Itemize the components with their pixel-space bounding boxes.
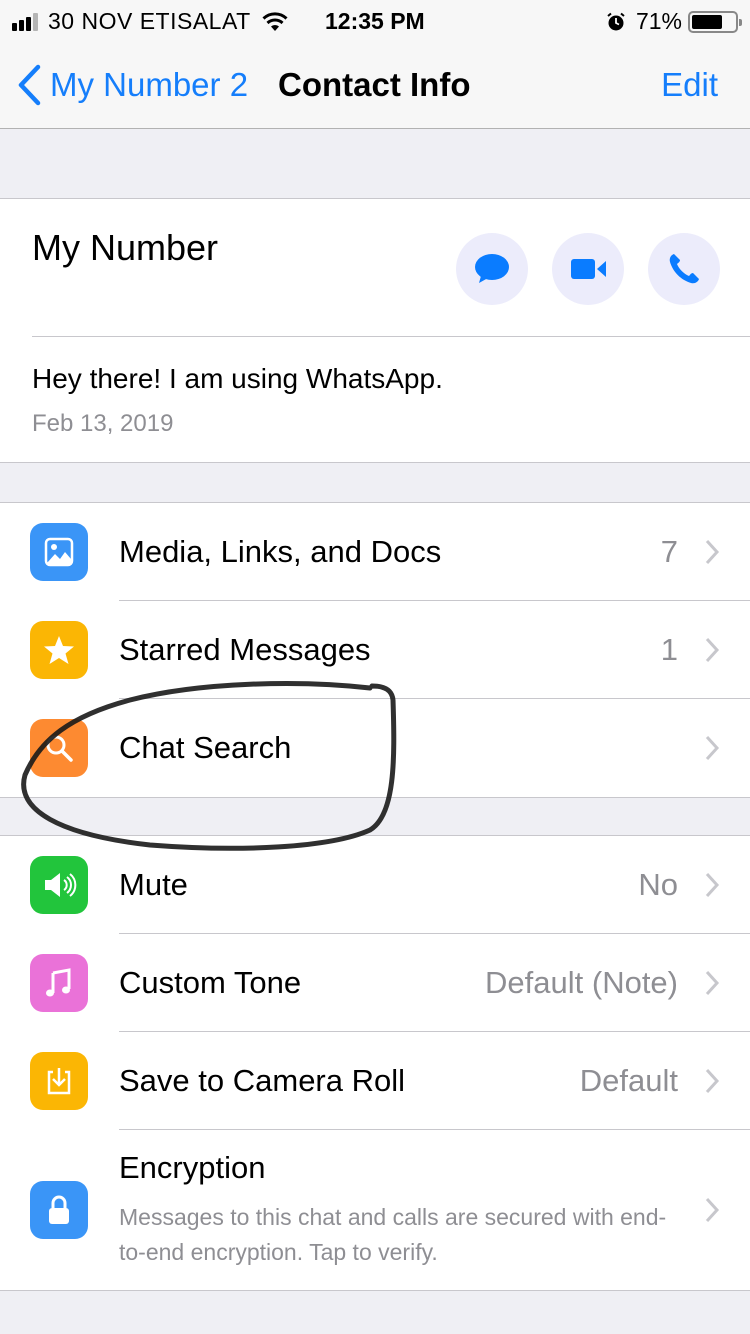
chevron-right-icon <box>705 1068 720 1094</box>
about-text: Hey there! I am using WhatsApp. <box>32 363 443 394</box>
contact-name: My Number <box>32 227 219 268</box>
row-value: Default <box>579 1063 678 1098</box>
row-label: Save to Camera Roll <box>119 1063 406 1098</box>
row-media-links-docs[interactable]: Media, Links, and Docs 7 <box>0 503 750 601</box>
alarm-icon <box>607 12 625 30</box>
lock-icon <box>49 1195 69 1224</box>
chevron-right-icon <box>705 539 720 565</box>
row-value: Default (Note) <box>485 965 678 1000</box>
row-label: Chat Search <box>119 730 292 765</box>
encryption-description: Messages to this chat and calls are secu… <box>119 1204 667 1265</box>
back-label: My Number 2 <box>50 66 249 103</box>
chevron-right-icon <box>705 1197 720 1223</box>
row-value: No <box>638 867 678 902</box>
search-icon <box>46 735 73 762</box>
contact-actions <box>432 233 720 305</box>
navigation-bar: My Number 2 Contact Info Edit <box>0 40 750 129</box>
download-icon <box>47 1068 71 1095</box>
row-custom-tone[interactable]: Custom Tone Default (Note) <box>0 934 750 1032</box>
video-call-button[interactable] <box>552 233 624 305</box>
signal-strength-icon <box>12 12 40 31</box>
media-section: Media, Links, and Docs 7 Starred Message… <box>0 502 750 798</box>
row-chat-search[interactable]: Chat Search <box>0 699 750 797</box>
encryption-icon-tile <box>30 1181 88 1239</box>
row-label: Custom Tone <box>119 965 302 1000</box>
about-date: Feb 13, 2019 <box>32 410 174 437</box>
save-icon-tile <box>30 1052 88 1110</box>
star-icon <box>44 636 74 664</box>
row-label: Encryption <box>119 1150 266 1185</box>
chevron-right-icon <box>705 970 720 996</box>
settings-section: Mute No Custom Tone Default (Note) Save … <box>0 835 750 1291</box>
row-label: Mute <box>119 867 188 902</box>
status-bar: 30 NOV ETISALAT 12:35 PM 71% <box>0 0 750 40</box>
row-encryption[interactable]: Encryption Messages to this chat and cal… <box>0 1130 750 1290</box>
media-icon-tile <box>30 523 88 581</box>
edit-button[interactable]: Edit <box>661 66 718 104</box>
photo-icon <box>44 537 74 567</box>
row-starred-messages[interactable]: Starred Messages 1 <box>0 601 750 699</box>
wifi-icon <box>262 11 288 31</box>
chevron-right-icon <box>705 637 720 663</box>
music-note-icon <box>46 968 71 997</box>
mute-icon-tile <box>30 856 88 914</box>
battery-icon <box>688 10 742 33</box>
chevron-left-icon <box>18 64 41 106</box>
row-label: Starred Messages <box>119 632 371 667</box>
chevron-right-icon <box>705 872 720 898</box>
speaker-icon <box>45 873 77 897</box>
row-label: Media, Links, and Docs <box>119 534 442 569</box>
row-value: 7 <box>660 534 678 569</box>
battery-percent: 71% <box>635 8 682 34</box>
clock: 12:35 PM <box>325 8 425 34</box>
carrier-label: 30 NOV ETISALAT <box>48 8 251 34</box>
starred-icon-tile <box>30 621 88 679</box>
chat-search-icon-tile <box>30 719 88 777</box>
row-save-to-camera-roll[interactable]: Save to Camera Roll Default <box>0 1032 750 1130</box>
custom-tone-icon-tile <box>30 954 88 1012</box>
message-bubble-icon <box>475 254 509 283</box>
phone-icon <box>669 254 699 284</box>
profile-section: My Number Hey there! I am using WhatsApp… <box>0 198 750 463</box>
back-button[interactable]: My Number 2 <box>16 64 248 106</box>
voice-call-button[interactable] <box>648 233 720 305</box>
divider <box>32 336 750 337</box>
video-camera-icon <box>571 259 606 279</box>
page-title: Contact Info <box>278 66 471 103</box>
chevron-right-icon <box>705 735 720 761</box>
message-button[interactable] <box>456 233 528 305</box>
row-value: 1 <box>660 632 678 667</box>
row-mute[interactable]: Mute No <box>0 836 750 934</box>
battery-fill <box>692 14 722 29</box>
